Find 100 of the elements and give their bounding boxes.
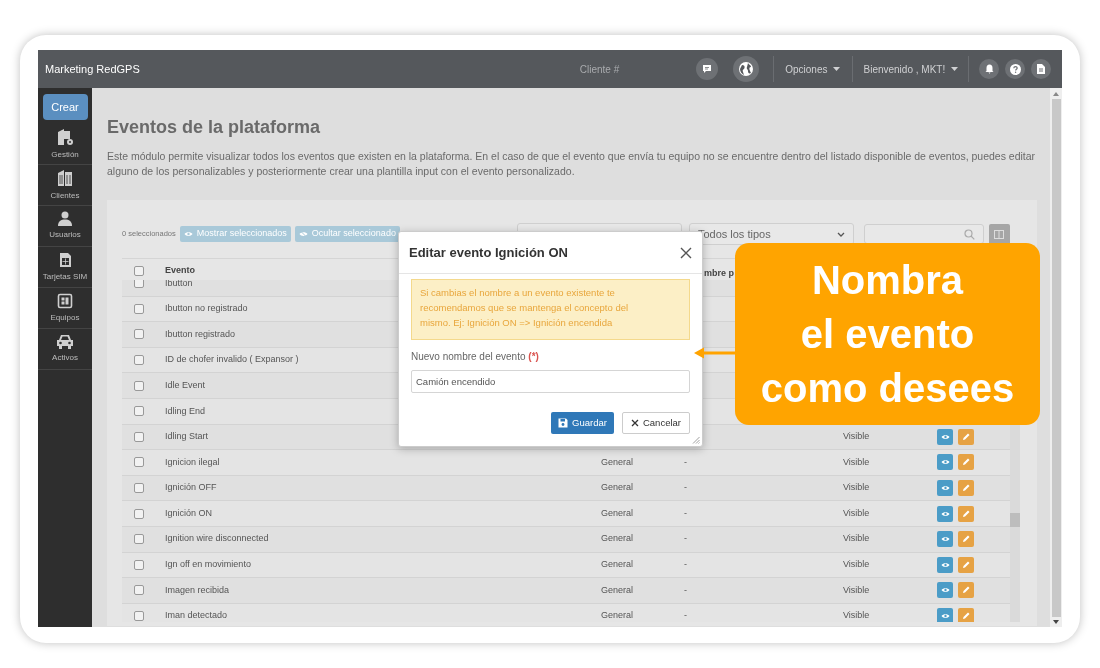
custom-name: - — [684, 583, 687, 597]
view-button[interactable] — [937, 428, 953, 445]
eye-icon — [940, 485, 950, 492]
notifications-button[interactable] — [979, 59, 1000, 79]
visibility-status: Visible — [843, 430, 870, 444]
event-name: Ignición ON — [165, 506, 213, 520]
cancel-button[interactable]: Cancelar — [621, 412, 690, 434]
close-button[interactable] — [680, 246, 692, 259]
checkbox[interactable] — [134, 406, 144, 417]
edit-button[interactable] — [958, 428, 974, 445]
options-menu[interactable]: Opciones — [785, 61, 841, 77]
eye-icon — [940, 587, 950, 594]
edit-button[interactable] — [958, 556, 974, 573]
view-button[interactable] — [937, 480, 953, 497]
edit-button[interactable] — [958, 505, 974, 522]
checkbox[interactable] — [134, 303, 144, 314]
event-name: ID de chofer invalido ( Expansor ) — [165, 353, 299, 367]
custom-name: - — [684, 609, 687, 622]
event-name: Iman detectado — [165, 609, 228, 622]
view-button[interactable] — [937, 531, 953, 548]
column-header: Evento — [165, 264, 196, 278]
pencil-icon — [962, 432, 970, 441]
close-icon — [630, 419, 639, 427]
scroll-up-icon[interactable] — [1053, 92, 1059, 96]
buildings-icon — [56, 168, 74, 187]
checkbox[interactable] — [134, 559, 144, 570]
column-header: mbre p — [704, 268, 734, 278]
resize-grip-icon[interactable] — [692, 436, 700, 444]
globe-icon — [738, 61, 755, 77]
edit-button[interactable] — [958, 582, 974, 599]
edit-button[interactable] — [958, 608, 974, 622]
warning-alert: Si cambias el nombre a un evento existente te recomendamos que se mantenga el concepto del mismo. Ej: Ignición ON => Ignición encendida — [411, 279, 690, 340]
visibility-status: Visible — [843, 583, 870, 597]
checkbox[interactable] — [134, 483, 144, 494]
chip-icon — [57, 292, 73, 309]
view-button[interactable] — [937, 582, 953, 599]
checkbox[interactable] — [134, 585, 144, 596]
event-type: General — [601, 532, 634, 546]
scrollbar-thumb[interactable] — [1010, 513, 1020, 527]
pencil-icon — [962, 535, 970, 544]
event-type: General — [601, 583, 634, 597]
bell-icon — [984, 64, 994, 74]
eye-icon — [940, 433, 950, 440]
visibility-status: Visible — [843, 455, 870, 469]
view-button[interactable] — [937, 608, 953, 622]
checkbox[interactable] — [134, 355, 144, 366]
edit-button[interactable] — [958, 454, 974, 471]
checkbox[interactable] — [134, 508, 144, 519]
event-name: Ibutton no registrado — [165, 302, 248, 316]
checkbox[interactable] — [134, 534, 144, 545]
eye-icon — [183, 231, 193, 237]
search-field[interactable] — [863, 224, 984, 244]
user-menu[interactable]: Bienvenido , MKT! — [863, 61, 959, 77]
custom-name: - — [684, 455, 687, 469]
eye-icon — [940, 510, 950, 517]
checkbox[interactable] — [134, 380, 144, 391]
eye-icon — [940, 613, 950, 619]
page-description: Este módulo permite visualizar todos los eventos que existen en la plataforma. En el caso de que el evento que envía tu equipo no se encuentre dentro del listado disponible de eventos, puedes editar alguno de los personalizables y posteriormente crear una plantilla input con el evento personalizado. — [107, 149, 1037, 179]
event-name: Idling Start — [165, 430, 209, 444]
user-icon — [57, 211, 73, 226]
pencil-icon — [962, 612, 970, 620]
checkbox[interactable] — [134, 611, 144, 621]
event-type: General — [601, 481, 634, 495]
event-name: Ign off en movimiento — [165, 558, 251, 572]
globe-button[interactable] — [733, 56, 760, 82]
edit-button[interactable] — [958, 480, 974, 497]
save-button[interactable]: Guardar — [551, 412, 614, 434]
scroll-down-icon[interactable] — [1053, 620, 1059, 624]
scrollbar-thumb[interactable] — [1051, 99, 1061, 617]
view-button[interactable] — [937, 556, 953, 573]
view-button[interactable] — [937, 505, 953, 522]
columns-button[interactable] — [988, 223, 1010, 245]
callout-text: Nombra — [811, 257, 964, 304]
event-name: Imagen recibida — [165, 583, 230, 597]
logout-button[interactable] — [1031, 59, 1052, 79]
callout-text: como desees — [760, 365, 1015, 412]
pencil-icon — [962, 484, 970, 493]
event-type: General — [601, 455, 634, 469]
visibility-status: Visible — [843, 558, 870, 572]
table-scrollbar[interactable] — [1010, 425, 1020, 622]
visibility-status: Visible — [843, 532, 870, 546]
visibility-status: Visible — [843, 609, 870, 622]
view-button[interactable] — [937, 454, 953, 471]
event-name-field[interactable]: Camión encendido — [411, 370, 690, 393]
checkbox[interactable] — [134, 431, 144, 442]
columns-icon — [994, 229, 1005, 239]
checkbox[interactable] — [134, 457, 144, 468]
app-title: Marketing RedGPS — [45, 61, 140, 77]
event-name: Idle Event — [165, 378, 206, 392]
page-scrollbar[interactable] — [1050, 88, 1062, 627]
caret-icon — [833, 67, 841, 71]
dialog-title: Editar evento Ignición ON — [409, 243, 568, 262]
checkbox[interactable] — [134, 266, 144, 276]
eye-slash-icon — [298, 230, 308, 238]
edit-button[interactable] — [958, 531, 974, 548]
help-button[interactable] — [1005, 59, 1026, 79]
checkbox[interactable] — [134, 280, 144, 289]
chat-button[interactable] — [696, 58, 719, 80]
pencil-icon — [962, 458, 970, 467]
checkbox[interactable] — [134, 329, 144, 340]
